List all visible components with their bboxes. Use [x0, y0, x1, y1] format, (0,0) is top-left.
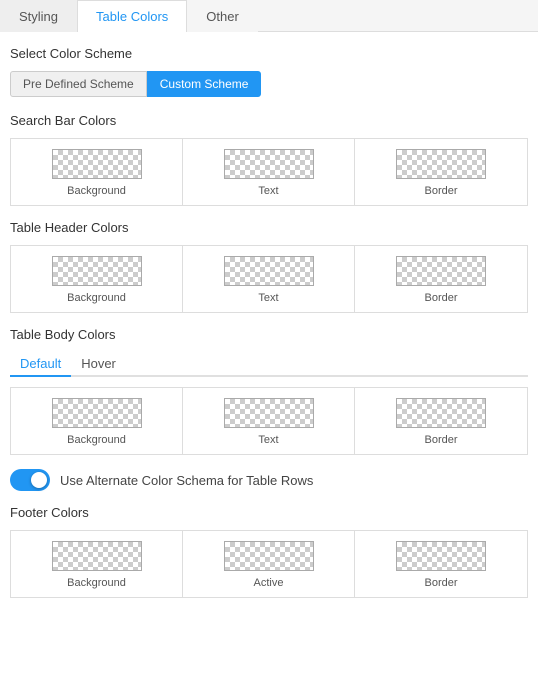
footer-border-label: Border	[424, 577, 457, 589]
table-body-text-label: Text	[258, 434, 278, 446]
table-body-color-grid: Background Text Border	[10, 387, 528, 455]
table-body-section-title: Table Body Colors	[10, 327, 528, 342]
search-bar-text-swatch[interactable]	[224, 149, 314, 179]
search-bar-background-cell: Background	[11, 139, 183, 205]
search-bar-background-swatch[interactable]	[52, 149, 142, 179]
alternate-color-toggle-row: Use Alternate Color Schema for Table Row…	[10, 469, 528, 491]
toggle-track	[10, 469, 50, 491]
table-header-section-title: Table Header Colors	[10, 220, 528, 235]
footer-border-cell: Border	[355, 531, 527, 597]
footer-background-cell: Background	[11, 531, 183, 597]
table-body-text-swatch[interactable]	[224, 398, 314, 428]
tab-styling[interactable]: Styling	[0, 0, 77, 32]
table-header-border-label: Border	[424, 292, 457, 304]
alternate-color-toggle[interactable]	[10, 469, 50, 491]
table-body-border-label: Border	[424, 434, 457, 446]
tab-table-colors[interactable]: Table Colors	[77, 0, 187, 32]
table-header-text-swatch[interactable]	[224, 256, 314, 286]
search-bar-background-label: Background	[67, 185, 126, 197]
sub-tab-default[interactable]: Default	[10, 352, 71, 377]
table-body-background-swatch[interactable]	[52, 398, 142, 428]
footer-background-swatch[interactable]	[52, 541, 142, 571]
footer-background-label: Background	[67, 577, 126, 589]
custom-scheme-button[interactable]: Custom Scheme	[147, 71, 262, 97]
search-bar-text-cell: Text	[183, 139, 355, 205]
search-bar-border-label: Border	[424, 185, 457, 197]
footer-active-cell: Active	[183, 531, 355, 597]
alternate-color-label: Use Alternate Color Schema for Table Row…	[60, 473, 313, 488]
table-body-text-cell: Text	[183, 388, 355, 454]
table-body-background-cell: Background	[11, 388, 183, 454]
table-body-sub-tabs: Default Hover	[10, 352, 528, 377]
table-header-background-swatch[interactable]	[52, 256, 142, 286]
tab-other[interactable]: Other	[187, 0, 258, 32]
table-header-background-label: Background	[67, 292, 126, 304]
footer-section-title: Footer Colors	[10, 505, 528, 520]
table-header-text-label: Text	[258, 292, 278, 304]
footer-active-label: Active	[254, 577, 284, 589]
main-content: Select Color Scheme Pre Defined Scheme C…	[0, 32, 538, 624]
tab-bar: Styling Table Colors Other	[0, 0, 538, 32]
color-scheme-title: Select Color Scheme	[10, 46, 528, 61]
scheme-button-group: Pre Defined Scheme Custom Scheme	[10, 71, 528, 97]
table-body-border-cell: Border	[355, 388, 527, 454]
sub-tab-hover[interactable]: Hover	[71, 352, 126, 377]
search-bar-border-cell: Border	[355, 139, 527, 205]
table-header-border-cell: Border	[355, 246, 527, 312]
table-header-text-cell: Text	[183, 246, 355, 312]
table-header-background-cell: Background	[11, 246, 183, 312]
search-bar-section-title: Search Bar Colors	[10, 113, 528, 128]
table-body-border-swatch[interactable]	[396, 398, 486, 428]
table-header-color-grid: Background Text Border	[10, 245, 528, 313]
table-body-background-label: Background	[67, 434, 126, 446]
footer-border-swatch[interactable]	[396, 541, 486, 571]
footer-active-swatch[interactable]	[224, 541, 314, 571]
search-bar-text-label: Text	[258, 185, 278, 197]
search-bar-color-grid: Background Text Border	[10, 138, 528, 206]
footer-color-grid: Background Active Border	[10, 530, 528, 598]
predefined-scheme-button[interactable]: Pre Defined Scheme	[10, 71, 147, 97]
search-bar-border-swatch[interactable]	[396, 149, 486, 179]
toggle-thumb	[31, 472, 47, 488]
table-header-border-swatch[interactable]	[396, 256, 486, 286]
